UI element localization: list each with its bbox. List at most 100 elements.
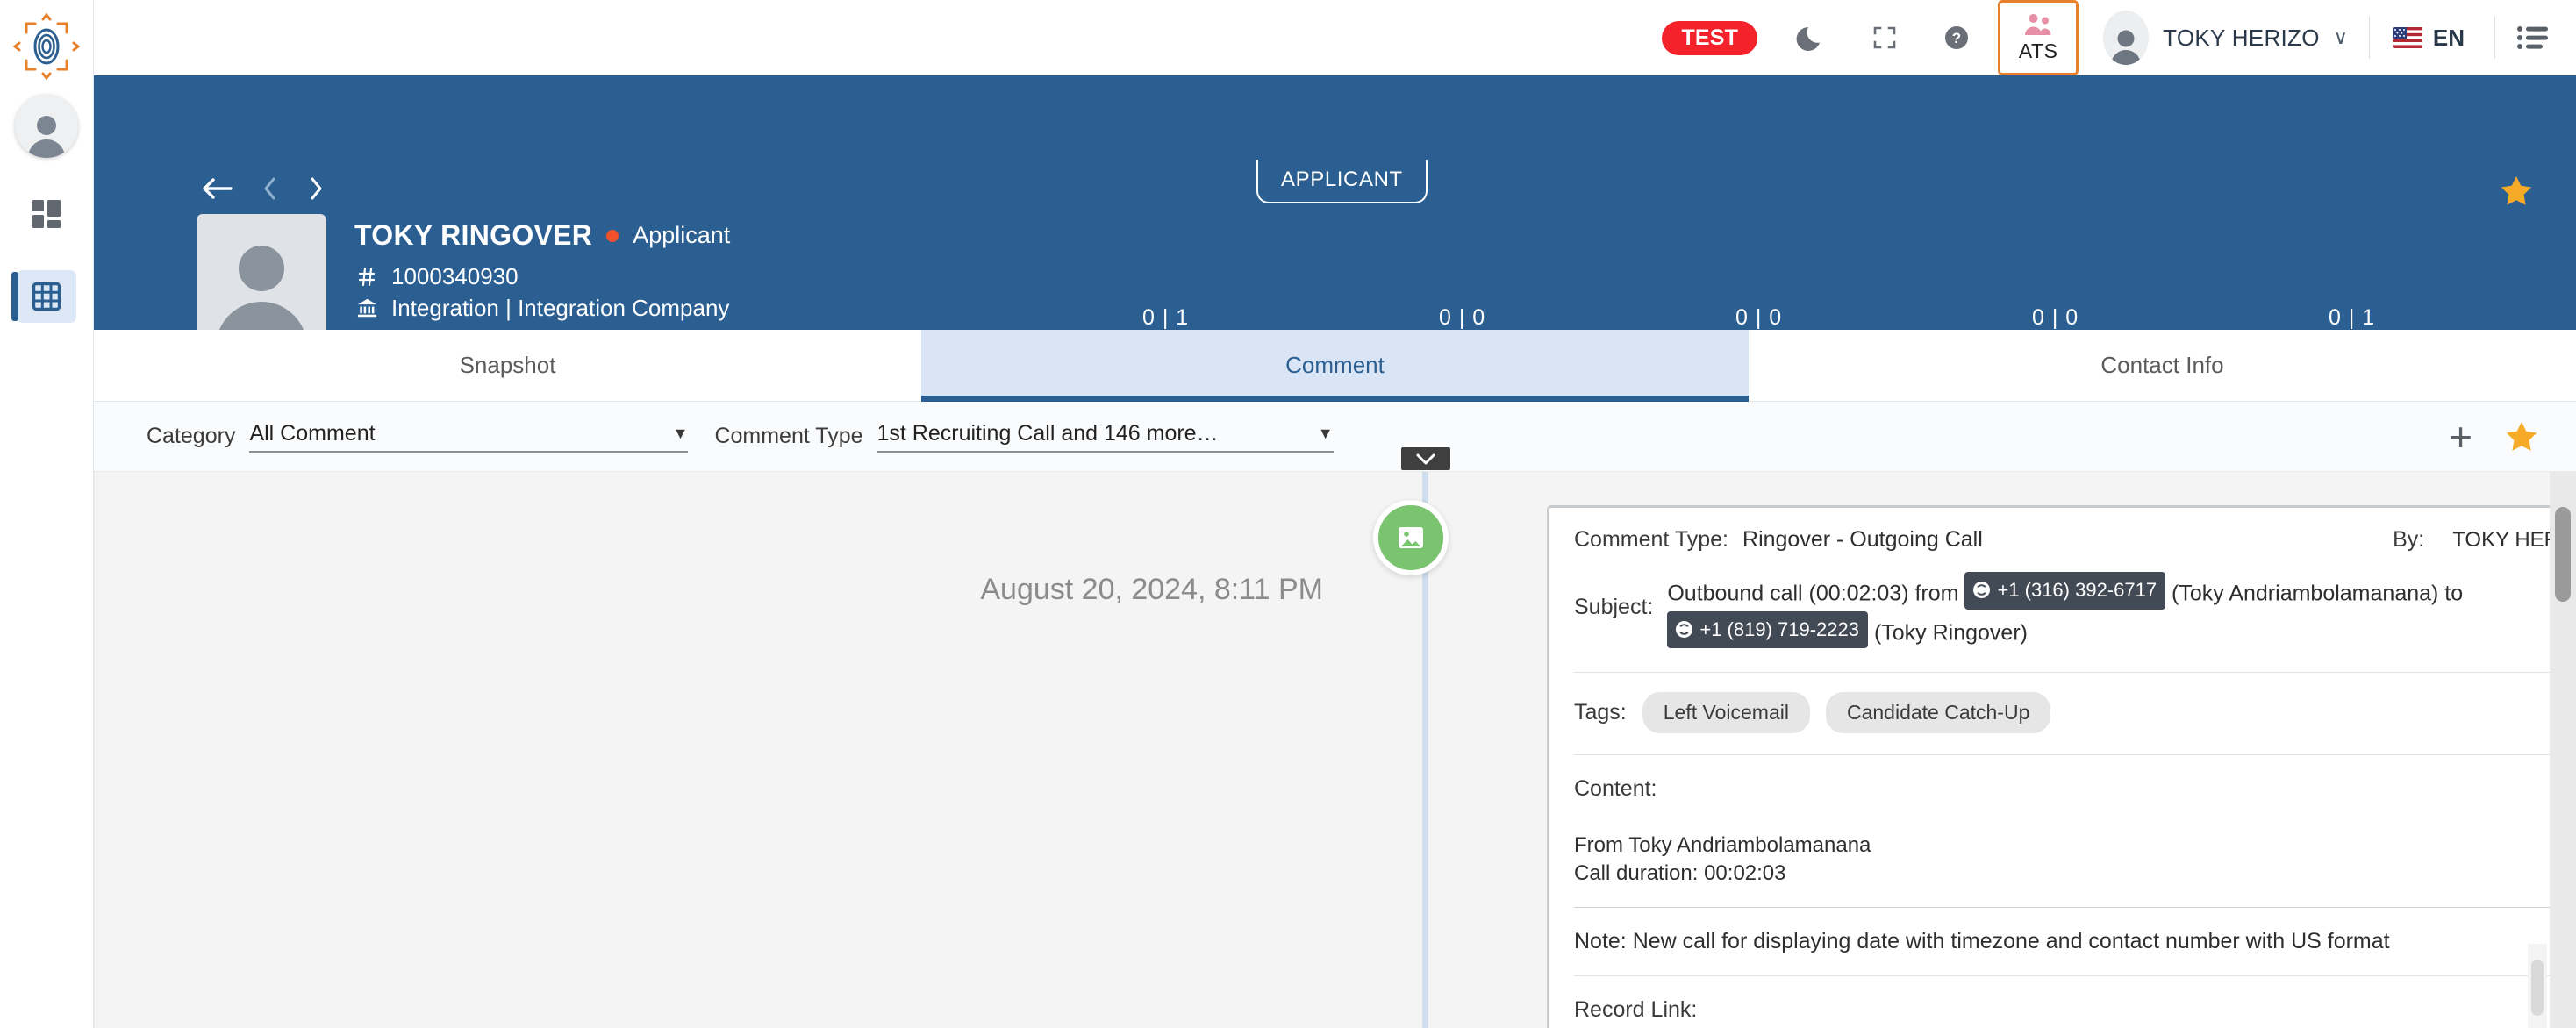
favorite-star-filter[interactable] xyxy=(2506,421,2537,452)
category-value: All Comment xyxy=(249,420,376,446)
ringover-icon xyxy=(1676,621,1693,639)
test-badge-cell: TEST xyxy=(1642,0,1777,75)
subject-text: Outbound call (00:02:03) from +1 (316) 3… xyxy=(1667,572,2576,651)
list-menu-button[interactable] xyxy=(2494,17,2576,59)
avatar[interactable] xyxy=(15,95,78,158)
favorite-star-header[interactable] xyxy=(2501,175,2532,206)
fullscreen-icon xyxy=(1873,26,1896,49)
hash-icon xyxy=(354,266,379,287)
ats-label: ATS xyxy=(2018,39,2058,62)
comment-author: By: TOKY HERIZO xyxy=(2393,527,2576,553)
chevron-down-icon[interactable]: ∨ xyxy=(2334,26,2348,49)
star-filled-icon xyxy=(2501,176,2532,205)
add-comment-button[interactable]: + xyxy=(2449,417,2472,457)
comment-type-label: Comment Type: xyxy=(1574,527,1729,552)
subject-part-3: (Toky Ringover) xyxy=(1873,620,2028,646)
user-avatar-icon xyxy=(2103,11,2150,65)
tags-label: Tags: xyxy=(1574,699,1627,725)
record-link-section: Record Link: 0:00 / 2:02 xyxy=(1574,976,2576,1028)
bank-icon xyxy=(354,297,379,319)
sidebar-item-dashboard[interactable] xyxy=(17,188,76,240)
ats-module-button[interactable]: ATS xyxy=(1998,0,2079,75)
subject-part-2: (Toky Andriambolamanana) to xyxy=(2172,581,2464,606)
tab-snapshot[interactable]: Snapshot xyxy=(94,330,921,401)
by-label: By: xyxy=(2393,527,2425,552)
candidate-id-row: 1000340930 xyxy=(354,261,778,292)
chevron-down-icon: ▼ xyxy=(1317,424,1334,442)
ringover-icon xyxy=(1973,582,1991,599)
comment-card: Comment Type: Ringover - Outgoing Call B… xyxy=(1547,505,2576,1028)
help-icon: ? xyxy=(1945,26,1969,49)
svg-text:?: ? xyxy=(1952,30,1961,46)
status-dot-icon xyxy=(606,229,619,242)
comment-type-value: Ringover - Outgoing Call xyxy=(1742,527,1983,552)
tab-comment[interactable]: Comment xyxy=(921,330,1749,402)
chevron-down-icon: ▼ xyxy=(672,424,689,442)
candidate-name-row: TOKY RINGOVER Applicant xyxy=(354,219,778,252)
test-badge[interactable]: TEST xyxy=(1662,20,1758,55)
language-selector[interactable]: EN xyxy=(2368,17,2494,59)
comment-type-select[interactable]: 1st Recruiting Call and 146 more… ▼ xyxy=(877,421,1334,453)
applicant-stage-badge: APPLICANT xyxy=(1256,160,1428,203)
candidate-status: Applicant xyxy=(633,222,731,248)
from-number-chip[interactable]: +1 (316) 392-6717 xyxy=(1964,572,2166,610)
comment-type-label: Comment Type xyxy=(714,423,863,448)
comment-content-section: Content: From Toky Andriambolamanana Cal… xyxy=(1574,755,2576,909)
card-scrollbar-track[interactable] xyxy=(2528,944,2547,1028)
category-label: Category xyxy=(147,423,236,448)
stage-counts: 0 | 0 xyxy=(1439,305,1486,330)
timeline-node[interactable] xyxy=(1373,500,1449,575)
to-number: +1 (819) 719-2223 xyxy=(1699,618,1859,640)
us-flag-icon xyxy=(2392,27,2422,48)
candidate-photo xyxy=(197,214,326,347)
content-label: Content: xyxy=(1574,775,1657,801)
tab-contact-info[interactable]: Contact Info xyxy=(1749,330,2576,401)
content-line: From Toky Andriambolamanana xyxy=(1574,832,1871,857)
comment-note: Note: New call for displaying date with … xyxy=(1574,908,2576,977)
comment-date: August 20, 2024, 8:11 PM xyxy=(980,573,1323,606)
candidate-name: TOKY RINGOVER xyxy=(354,219,593,251)
stage-counts: 0 | 1 xyxy=(1142,305,1190,330)
content-line: Call duration: 00:02:03 xyxy=(1574,861,1786,886)
stage-counts: 0 | 1 xyxy=(2329,305,2376,330)
fullscreen-button[interactable] xyxy=(1849,0,1921,75)
detail-tabs: Snapshot Comment Contact Info xyxy=(94,330,2576,402)
app-logo-icon[interactable] xyxy=(9,9,84,84)
people-icon xyxy=(2025,14,2051,35)
tag-chip[interactable]: Candidate Catch-Up xyxy=(1825,691,2051,733)
card-scrollbar-thumb[interactable] xyxy=(2531,960,2544,1016)
page-scrollbar-track[interactable] xyxy=(2550,472,2576,1028)
record-link-label: Record Link: xyxy=(1574,997,1698,1023)
collapse-toggle[interactable] xyxy=(1401,447,1450,470)
arrow-left-icon[interactable] xyxy=(201,175,233,202)
user-menu[interactable]: TOKY HERIZO ∨ xyxy=(2084,11,2360,65)
language-label: EN xyxy=(2432,24,2465,51)
sidebar-item-table[interactable] xyxy=(11,270,76,323)
candidate-id: 1000340930 xyxy=(391,262,519,289)
comment-timeline: August 20, 2024, 8:11 PM Comment Type: R… xyxy=(94,447,2576,1028)
tag-chip[interactable]: Left Voicemail xyxy=(1642,691,1810,733)
to-number-chip[interactable]: +1 (819) 719-2223 xyxy=(1667,610,1868,649)
top-bar: TEST ? ATS TOKY HERIZO ∨ EN xyxy=(94,0,2576,75)
moon-icon xyxy=(1796,27,1821,51)
category-select[interactable]: All Comment ▼ xyxy=(249,420,689,453)
star-filled-icon xyxy=(2506,422,2537,451)
left-rail xyxy=(0,0,94,1028)
dark-mode-toggle[interactable] xyxy=(1777,0,1849,75)
comment-subject-row: Subject: Outbound call (00:02:03) from +… xyxy=(1574,572,2576,673)
subject-label: Subject: xyxy=(1574,595,1654,619)
comment-type-value: 1st Recruiting Call and 146 more… xyxy=(877,420,1219,446)
chevron-right-icon[interactable] xyxy=(308,175,324,202)
dashboard-grid-icon xyxy=(32,200,61,228)
navigation-arrows xyxy=(201,175,324,202)
comment-tags-row: Tags: Left Voicemail Candidate Catch-Up xyxy=(1574,673,2576,755)
candidate-company-row: Integration | Integration Company xyxy=(354,292,778,324)
list-menu-icon xyxy=(2517,26,2548,49)
stage-counts: 0 | 0 xyxy=(2032,305,2079,330)
chevron-left-icon[interactable] xyxy=(262,175,278,202)
user-name: TOKY HERIZO xyxy=(2163,24,2320,51)
from-number: +1 (316) 392-6717 xyxy=(1997,579,2157,601)
help-button[interactable]: ? xyxy=(1921,0,1993,75)
page-scrollbar-thumb[interactable] xyxy=(2555,507,2571,602)
stage-counts: 0 | 0 xyxy=(1735,305,1783,330)
